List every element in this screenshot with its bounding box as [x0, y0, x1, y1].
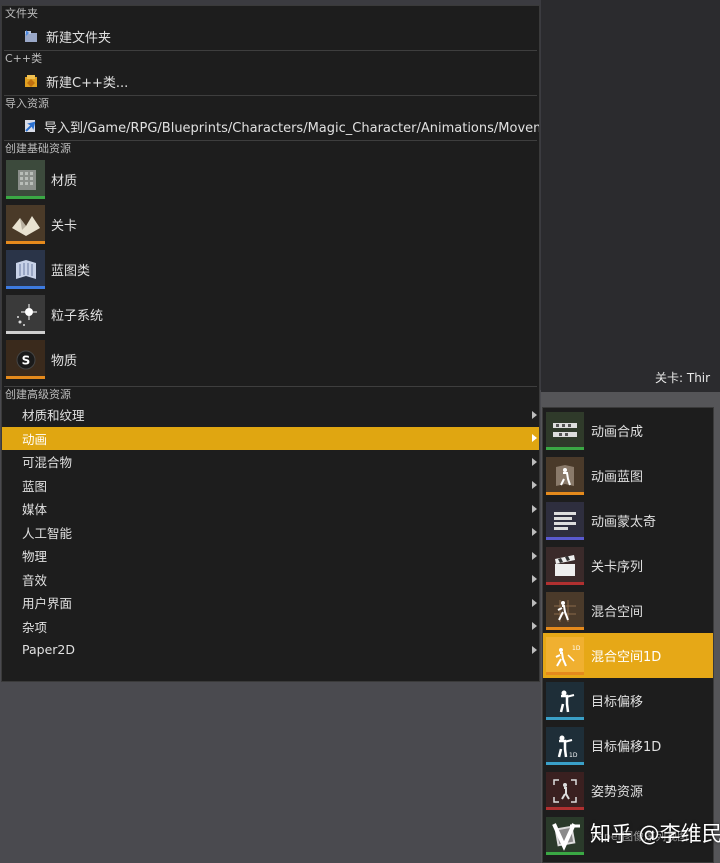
particle-system-icon: [6, 295, 45, 334]
blend-space-1d-icon: 1D: [546, 636, 584, 675]
chevron-right-icon: [532, 551, 537, 560]
submenu-item-label: 动画蓝图: [591, 470, 644, 485]
level-sequence-icon: [546, 546, 584, 585]
submenu-item-label: 关卡序列: [591, 560, 644, 575]
section-header-folder: 文件夹: [5, 7, 38, 20]
svg-text:1D: 1D: [572, 645, 580, 652]
section-header-advanced-assets: 创建高级资源: [5, 388, 71, 401]
advanced-material-texture[interactable]: 材质和纹理: [2, 403, 539, 427]
chevron-right-icon: [532, 434, 537, 443]
submenu-anim-blueprint[interactable]: 动画蓝图: [543, 453, 713, 498]
advanced-item-label: 用户界面: [22, 596, 73, 612]
chevron-right-icon: [532, 598, 537, 607]
submenu-item-label: 目标偏移1D: [591, 740, 662, 755]
basic-asset-level-label: 关卡: [51, 219, 78, 234]
basic-asset-material-label: 材质: [51, 174, 78, 189]
zhihu-logo-icon: [550, 818, 584, 852]
advanced-item-label: 杂项: [22, 619, 48, 635]
advanced-item-label: 媒体: [22, 502, 48, 518]
advanced-ai[interactable]: 人工智能: [2, 521, 539, 545]
chevron-right-icon: [532, 504, 537, 513]
basic-asset-substance-label: 物质: [51, 354, 78, 369]
basic-asset-substance[interactable]: S 物质: [2, 337, 539, 382]
import-to-label: 导入到/Game/RPG/Blueprints/Characters/Magic…: [44, 120, 539, 136]
submenu-item-label: 动画合成: [591, 425, 644, 440]
advanced-blueprints[interactable]: 蓝图: [2, 474, 539, 498]
submenu-level-sequence[interactable]: 关卡序列: [543, 543, 713, 588]
new-cpp-class-label: 新建C++类...: [46, 75, 129, 91]
section-header-cpp: C++类: [5, 52, 43, 65]
anim-composite-icon: [546, 411, 584, 450]
advanced-item-label: Paper2D: [22, 642, 75, 658]
chevron-right-icon: [532, 575, 537, 584]
submenu-pose-asset[interactable]: 姿势资源: [543, 768, 713, 813]
advanced-item-label: 材质和纹理: [22, 408, 85, 424]
aim-offset-1d-icon: 1D: [546, 726, 584, 765]
basic-asset-level[interactable]: 关卡: [2, 202, 539, 247]
material-icon: [6, 160, 45, 199]
aim-offset-icon: [546, 681, 584, 720]
watermark-text: 知乎 @李维民: [590, 822, 720, 846]
advanced-physics[interactable]: 物理: [2, 544, 539, 568]
chevron-right-icon: [532, 481, 537, 490]
blueprint-class-icon: [6, 250, 45, 289]
import-to-item[interactable]: 导入到/Game/RPG/Blueprints/Characters/Magic…: [2, 112, 539, 140]
basic-asset-blueprint-class-label: 蓝图类: [51, 264, 91, 279]
advanced-user-interface[interactable]: 用户界面: [2, 591, 539, 615]
chevron-right-icon: [532, 645, 537, 654]
advanced-misc[interactable]: 杂项: [2, 615, 539, 639]
advanced-item-label: 人工智能: [22, 525, 73, 541]
editor-panel-right: [541, 0, 720, 400]
advanced-sounds[interactable]: 音效: [2, 568, 539, 592]
viewport-level-label: 关卡: Thir: [655, 371, 711, 385]
pose-asset-icon: [546, 771, 584, 810]
advanced-paper2d[interactable]: Paper2D: [2, 638, 539, 662]
advanced-item-label: 音效: [22, 572, 48, 588]
submenu-item-label: 目标偏移: [591, 695, 644, 710]
section-header-import: 导入资源: [5, 97, 49, 110]
submenu-aim-offset-1d[interactable]: 1D 目标偏移1D: [543, 723, 713, 768]
new-folder-item[interactable]: 新建文件夹: [2, 22, 539, 50]
advanced-animation[interactable]: 动画: [2, 426, 539, 450]
level-icon: [6, 205, 45, 244]
content-browser-context-menu: 文件夹 新建文件夹 C++类 新建C++类... 导入资源 导入到/Game/R…: [1, 5, 540, 682]
submenu-aim-offset[interactable]: 目标偏移: [543, 678, 713, 723]
submenu-anim-composite[interactable]: 动画合成: [543, 408, 713, 453]
submenu-blend-space[interactable]: 混合空间: [543, 588, 713, 633]
submenu-item-label: 姿势资源: [591, 785, 644, 800]
chevron-right-icon: [532, 622, 537, 631]
new-folder-label: 新建文件夹: [46, 30, 112, 46]
advanced-media[interactable]: 媒体: [2, 497, 539, 521]
advanced-item-label: 可混合物: [22, 455, 73, 471]
chevron-right-icon: [532, 410, 537, 419]
advanced-item-label: 蓝图: [22, 478, 48, 494]
import-icon: [22, 117, 38, 135]
watermark: 知乎 @李维民: [550, 818, 720, 852]
section-header-basic-assets: 创建基础资源: [5, 142, 71, 155]
basic-asset-particle-system-label: 粒子系统: [51, 309, 104, 324]
svg-text:1D: 1D: [569, 752, 578, 759]
svg-text:S: S: [21, 353, 30, 367]
submenu-item-label: 动画蒙太奇: [591, 515, 657, 530]
advanced-item-label: 动画: [22, 431, 48, 447]
submenu-blend-space-1d[interactable]: 1D 混合空间1D: [543, 633, 713, 678]
anim-blueprint-icon: [546, 456, 584, 495]
basic-asset-material[interactable]: 材质: [2, 157, 539, 202]
submenu-item-label: 混合空间: [591, 605, 644, 620]
new-cpp-class-item[interactable]: 新建C++类...: [2, 67, 539, 95]
chevron-right-icon: [532, 457, 537, 466]
chevron-right-icon: [532, 528, 537, 537]
basic-asset-particle-system[interactable]: 粒子系统: [2, 292, 539, 337]
cpp-class-icon: [22, 72, 40, 90]
anim-montage-icon: [546, 501, 584, 540]
basic-asset-blueprint-class[interactable]: 蓝图类: [2, 247, 539, 292]
advanced-item-label: 物理: [22, 549, 48, 565]
blend-space-icon: [546, 591, 584, 630]
advanced-blendables[interactable]: 可混合物: [2, 450, 539, 474]
submenu-anim-montage[interactable]: 动画蒙太奇: [543, 498, 713, 543]
substance-icon: S: [6, 340, 45, 379]
new-folder-icon: [22, 27, 40, 45]
submenu-item-label: 混合空间1D: [591, 650, 662, 665]
animation-submenu: 动画合成 动画蓝图 动画蒙太奇 关卡序列 混合空间 1D 混合空间1D 目标偏移…: [542, 407, 714, 863]
